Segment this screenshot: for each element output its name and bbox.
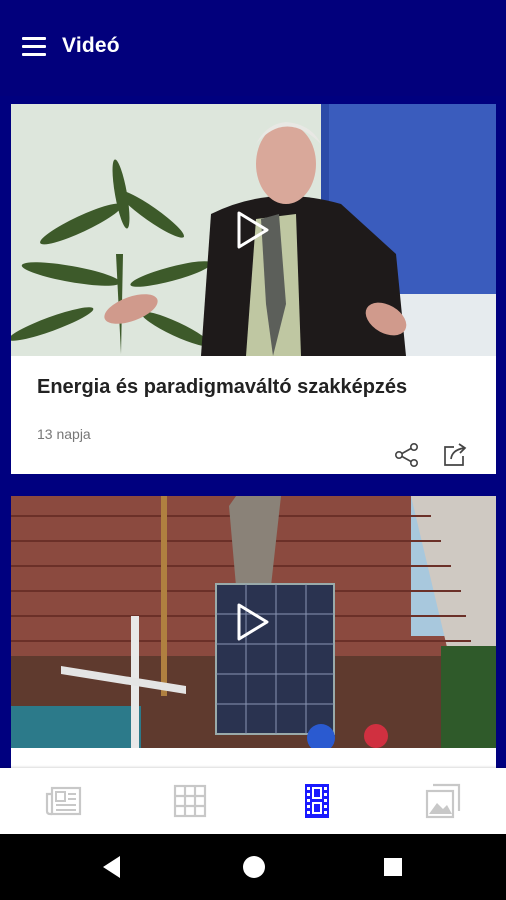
news-icon[interactable]: [44, 781, 84, 821]
play-icon[interactable]: [236, 211, 270, 249]
play-icon[interactable]: [236, 603, 270, 641]
video-age: 13 napja: [37, 426, 91, 442]
bottom-navigation: [0, 768, 506, 834]
video-film-icon[interactable]: [297, 781, 337, 821]
video-thumbnail[interactable]: [11, 496, 496, 748]
video-title[interactable]: Energia és paradigmaváltó szakképzés: [37, 376, 407, 399]
video-card[interactable]: [11, 496, 496, 768]
app-bar: Videó: [0, 0, 506, 96]
video-thumbnail[interactable]: [11, 104, 496, 356]
video-feed[interactable]: Energia és paradigmaváltó szakképzés 13 …: [0, 96, 506, 768]
video-card[interactable]: Energia és paradigmaváltó szakképzés 13 …: [11, 104, 496, 474]
system-navigation-bar: [0, 834, 506, 900]
home-circle-icon[interactable]: [239, 852, 269, 882]
page-title: Videó: [62, 34, 120, 57]
gallery-icon[interactable]: [423, 781, 463, 821]
open-external-icon[interactable]: [442, 442, 468, 468]
share-icon[interactable]: [394, 442, 420, 468]
recents-square-icon[interactable]: [378, 852, 408, 882]
grid-icon[interactable]: [170, 781, 210, 821]
hamburger-menu-icon[interactable]: [22, 35, 46, 59]
back-triangle-icon[interactable]: [98, 852, 128, 882]
